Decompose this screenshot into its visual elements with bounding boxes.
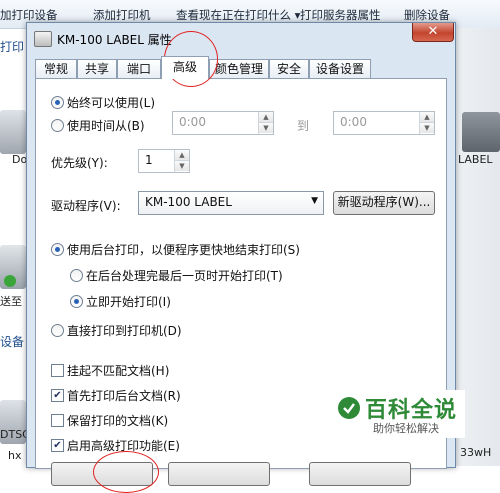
- priority-input[interactable]: 1 ▲ ▼: [138, 149, 190, 173]
- priority-label: 优先级(Y):: [51, 156, 108, 170]
- bg-printer-label: Do: [12, 153, 28, 166]
- bg-section-printers: 打印: [0, 40, 25, 54]
- driver-value: KM-100 LABEL: [145, 195, 232, 209]
- keep-printed-label[interactable]: 保留打印的文档(K): [67, 412, 168, 429]
- driver-label: 驱动程序(V):: [51, 199, 121, 213]
- priority-stepper[interactable]: ▲ ▼: [174, 150, 189, 172]
- printer-icon: [34, 31, 52, 47]
- bg-printer-label: 送至: [0, 295, 22, 308]
- printer-icon[interactable]: [462, 112, 500, 152]
- enable-advanced-checkbox[interactable]: ✔: [51, 439, 64, 452]
- start-after-last-page-radio[interactable]: [70, 269, 83, 282]
- tab-device-settings[interactable]: 设备设置: [309, 59, 371, 78]
- print-direct-label[interactable]: 直接打印到打印机(D): [67, 322, 182, 339]
- printer-ready-icon[interactable]: [0, 245, 26, 289]
- print-spooled-first-label[interactable]: 首先打印后台文档(R): [67, 387, 181, 404]
- time-to-value: 0:00: [340, 115, 367, 129]
- available-from-label[interactable]: 使用时间从(B): [67, 117, 145, 134]
- bg-device-label: hx: [8, 449, 22, 462]
- close-button[interactable]: ✕: [412, 23, 454, 42]
- tab-ports[interactable]: 端口: [117, 59, 161, 78]
- time-to-stepper[interactable]: ▲ ▼: [419, 112, 434, 134]
- available-from-radio[interactable]: [51, 119, 64, 132]
- time-to-input[interactable]: 0:00 ▲ ▼: [333, 111, 435, 135]
- tab-sharing[interactable]: 共享: [77, 59, 117, 78]
- chevron-down-icon: ▼: [311, 196, 318, 206]
- always-available-label[interactable]: 始终可以使用(L): [67, 94, 155, 111]
- dialog-title: KM-100 LABEL 属性: [57, 33, 172, 47]
- new-driver-button[interactable]: 新驱动程序(W)...: [333, 191, 435, 215]
- hold-mismatched-label[interactable]: 挂起不匹配文档(H): [67, 362, 169, 379]
- driver-select[interactable]: KM-100 LABEL ▼: [138, 191, 324, 215]
- toolbar-see-printing[interactable]: 查看现在正在打印什么 ▾: [176, 7, 300, 23]
- toolbar-print-server-properties[interactable]: 打印服务器属性: [300, 7, 381, 23]
- watermark: 百科全说 助你轻松解决: [335, 390, 465, 438]
- baike-logo-icon: [338, 397, 360, 419]
- toolbar-add-printer[interactable]: 添加打印机: [93, 7, 151, 23]
- toolbar-add-device[interactable]: 加打印设备: [0, 7, 58, 23]
- priority-value: 1: [145, 153, 153, 167]
- watermark-subtitle: 助你轻松解决: [373, 422, 439, 435]
- toolbar-remove-device[interactable]: 删除设备: [404, 7, 450, 23]
- tab-advanced[interactable]: 高级: [161, 56, 209, 79]
- print-direct-radio[interactable]: [51, 324, 64, 337]
- to-label: 到: [297, 119, 310, 133]
- tab-color-management[interactable]: 颜色管理: [209, 59, 269, 78]
- time-from-input[interactable]: 0:00 ▲ ▼: [172, 111, 274, 135]
- bg-device-label: 33wH: [460, 446, 492, 459]
- time-from-value: 0:00: [179, 115, 206, 129]
- time-from-stepper[interactable]: ▲ ▼: [258, 112, 273, 134]
- bg-section-devices: 设备: [0, 335, 25, 349]
- keep-printed-checkbox[interactable]: [51, 414, 64, 427]
- tab-security[interactable]: 安全: [269, 59, 309, 78]
- always-available-radio[interactable]: [51, 96, 64, 109]
- printer-icon[interactable]: [0, 110, 26, 154]
- annotation-circle: [93, 451, 159, 493]
- tab-general[interactable]: 常规: [35, 59, 77, 78]
- start-immediately-label[interactable]: 立即开始打印(I): [86, 293, 171, 310]
- start-immediately-radio[interactable]: [70, 295, 83, 308]
- hold-mismatched-checkbox[interactable]: [51, 364, 64, 377]
- print-spooled-first-checkbox[interactable]: ✔: [51, 389, 64, 402]
- spool-label[interactable]: 使用后台打印，以便程序更快地结束打印(S): [67, 241, 300, 258]
- title-bar[interactable]: KM-100 LABEL 属性 ✕: [27, 23, 455, 53]
- start-after-last-page-label[interactable]: 在后台处理完最后一页时开始打印(T): [86, 267, 283, 284]
- tab-strip: 常规 共享 端口 高级 颜色管理 安全 设备设置: [35, 56, 447, 79]
- spool-radio[interactable]: [51, 243, 64, 256]
- bg-printer-label: LABEL: [458, 153, 493, 166]
